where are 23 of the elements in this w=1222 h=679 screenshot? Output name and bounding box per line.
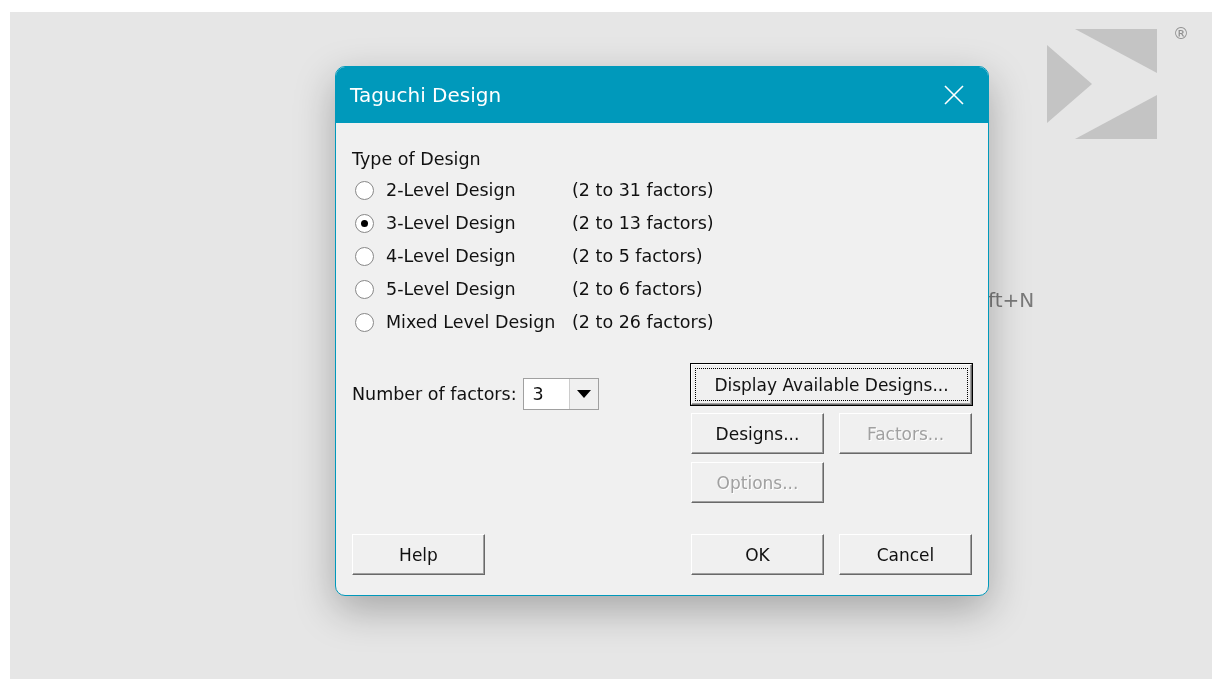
cancel-button[interactable]: Cancel: [839, 534, 972, 575]
radio-option[interactable]: Mixed Level Design: [352, 312, 572, 332]
factor-range: (2 to 13 factors): [572, 213, 715, 233]
factor-range: (2 to 5 factors): [572, 246, 704, 266]
field-label: Number of factors:: [352, 384, 517, 404]
help-button[interactable]: Help: [352, 534, 485, 575]
logo-icon: [1047, 29, 1157, 139]
shortcut-text: ft+N: [988, 288, 1035, 312]
ok-button[interactable]: OK: [691, 534, 824, 575]
factor-range: (2 to 26 factors): [572, 312, 715, 332]
radio-option[interactable]: 4-Level Design: [352, 246, 572, 266]
radio-option[interactable]: 3-Level Design: [352, 213, 572, 233]
window-title: Taguchi Design: [350, 83, 502, 107]
dialog-button[interactable]: Designs...: [691, 413, 824, 454]
radio-option[interactable]: 5-Level Design: [352, 279, 572, 299]
group-label: Type of Design: [352, 149, 482, 169]
dialog-button[interactable]: Display Available Designs...: [691, 364, 972, 405]
factor-range: (2 to 6 factors): [572, 279, 704, 299]
factors-dropdown[interactable]: 3: [522, 378, 599, 410]
factor-range: (2 to 31 factors): [572, 180, 715, 200]
trademark-symbol: ®: [1173, 24, 1189, 43]
radio-option[interactable]: 2-Level Design: [352, 180, 572, 200]
caret-icon: [576, 390, 591, 398]
